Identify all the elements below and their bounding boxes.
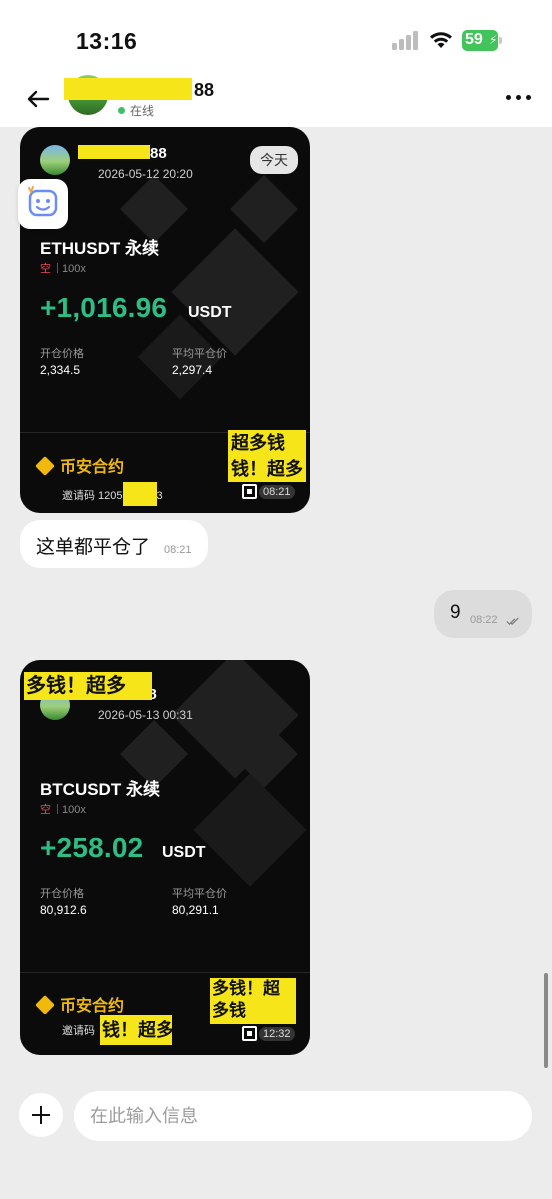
pnl-unit: USDT: [162, 844, 206, 861]
name-redaction: [64, 78, 192, 100]
binance-logo-icon: [35, 456, 55, 476]
chat-header: 88 在线: [0, 75, 552, 127]
open-price-value: 2,334.5: [40, 363, 81, 377]
close-price-label: 平均平仓价: [172, 348, 227, 360]
message-time: 08:22: [470, 614, 498, 626]
contract-pair: BTCUSDT 永续: [40, 780, 160, 799]
cellular-signal-icon: [392, 31, 420, 50]
contact-name-suffix: 88: [194, 80, 215, 100]
read-receipt-icon: [506, 617, 519, 625]
wifi-icon: [430, 32, 452, 48]
message-text: 9: [450, 602, 461, 623]
card-user-name: 88: [78, 145, 167, 162]
name-redaction: 多钱！超多: [24, 672, 152, 700]
add-attachment-button[interactable]: [19, 1093, 63, 1137]
binance-logo-icon: [35, 995, 55, 1015]
outgoing-message[interactable]: 9 08:22: [434, 590, 532, 638]
contact-name[interactable]: 88: [64, 78, 214, 101]
card-divider: [20, 972, 310, 973]
pnl-unit: USDT: [188, 304, 232, 321]
card-user-avatar: [40, 145, 70, 175]
qr-redaction: 超多钱 钱！超多: [228, 430, 306, 482]
qr-redaction: 多钱！超多钱: [210, 978, 296, 1024]
card-background-pattern: [120, 175, 188, 243]
charging-bolt-icon: ⚡: [489, 33, 498, 47]
scrollbar[interactable]: [544, 973, 548, 1068]
invite-redaction: 钱！超多: [100, 1015, 172, 1045]
status-time: 13:16: [76, 28, 138, 54]
card-datetime: 2026-05-12 20:20: [98, 167, 193, 181]
chat-messages[interactable]: 88 2026-05-12 20:20 今天 ETHUSDT 永续 空 100x …: [0, 127, 552, 1085]
message-time: 12:32: [259, 1027, 295, 1041]
message-composer: [0, 1085, 552, 1199]
qr-code-icon: [242, 1026, 257, 1041]
message-time: 08:21: [259, 485, 295, 499]
incoming-message[interactable]: 这单都平仓了 08:21: [20, 520, 208, 568]
brand-label: 币安合约: [35, 453, 124, 477]
card-background-pattern: [193, 773, 307, 887]
qr-code-icon: [242, 484, 257, 499]
close-price-label: 平均平仓价: [172, 888, 227, 900]
ai-assistant-icon[interactable]: [18, 179, 68, 229]
today-badge: 今天: [250, 146, 298, 174]
battery-percent: 59: [465, 31, 483, 48]
brand-label: 币安合约: [35, 992, 124, 1016]
status-bar: 13:16 59 ⚡: [0, 0, 552, 75]
invite-code: 邀请码: [62, 1025, 95, 1037]
pnl-value: +258.02: [40, 832, 144, 863]
trade-share-card[interactable]: 88 2026-05-13 00:31 多钱！超多 BTCUSDT 永续 空10…: [20, 660, 310, 1055]
battery-icon: 59 ⚡: [462, 30, 502, 51]
open-price-label: 开仓价格: [40, 888, 84, 900]
message-text: 这单都平仓了: [36, 537, 151, 558]
message-input[interactable]: [74, 1091, 532, 1141]
back-arrow-icon[interactable]: [24, 85, 52, 113]
open-price-value: 80,912.6: [40, 903, 87, 917]
more-options-icon[interactable]: [506, 93, 532, 103]
close-price-value: 80,291.1: [172, 903, 219, 917]
open-price-label: 开仓价格: [40, 348, 84, 360]
close-price-value: 2,297.4: [172, 363, 213, 377]
pnl-value: +1,016.96: [40, 292, 168, 323]
contact-status: 在线: [130, 104, 155, 118]
contract-pair: ETHUSDT 永续: [40, 239, 159, 258]
card-datetime: 2026-05-13 00:31: [98, 708, 193, 722]
position-side: 空 100x: [40, 804, 86, 816]
position-side: 空 100x: [40, 263, 86, 275]
invite-code: 邀请码 1205 3: [62, 482, 163, 506]
message-time: 08:21: [164, 544, 192, 556]
